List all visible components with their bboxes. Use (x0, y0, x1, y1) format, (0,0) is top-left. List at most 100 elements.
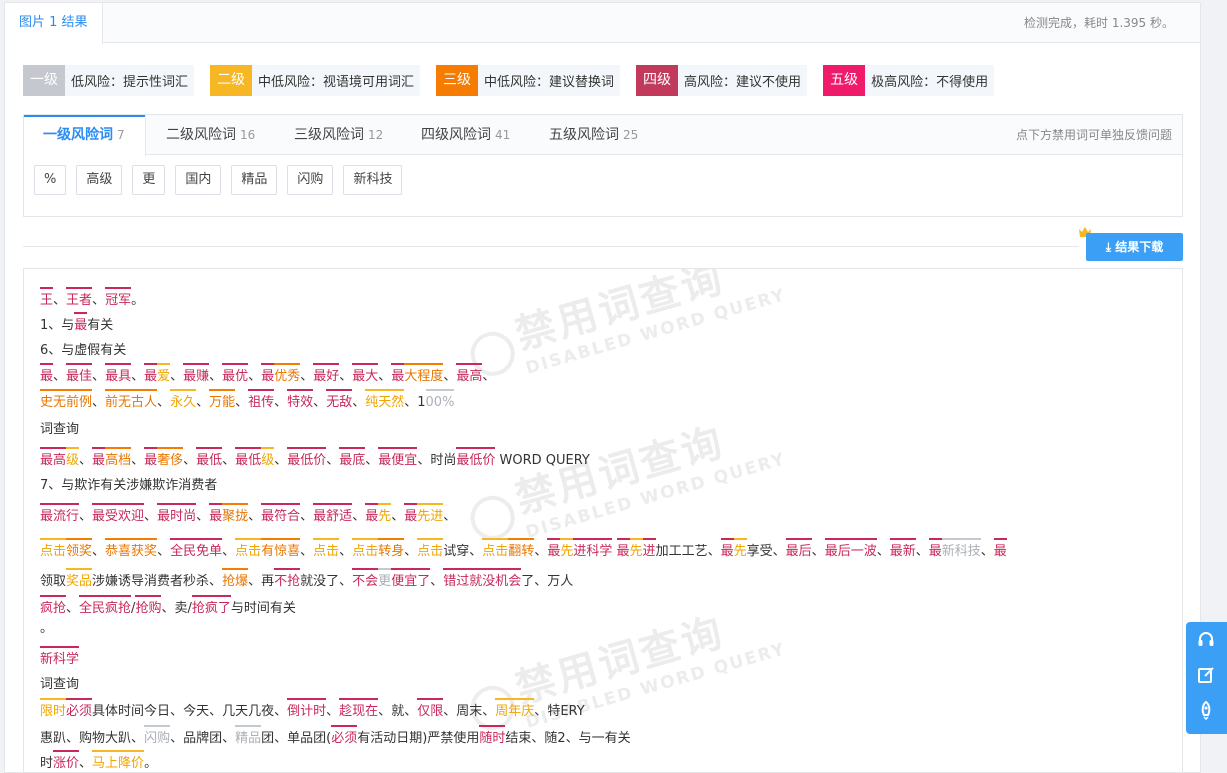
flagged-word-level-2[interactable]: 先 (560, 538, 574, 562)
flagged-word-level-4[interactable]: 最 (261, 363, 275, 387)
flagged-word-level-4[interactable]: 不抢 (274, 568, 301, 592)
flagged-word-level-2[interactable]: 点击 (482, 538, 509, 562)
flagged-word-level-4[interactable]: 最 (365, 503, 379, 527)
risk-word-chip[interactable]: % (34, 165, 67, 195)
flagged-word-level-4[interactable]: 最低价 (456, 447, 496, 471)
flagged-word-level-4[interactable]: 最 (144, 363, 158, 387)
flagged-word-level-4[interactable]: 最 (547, 538, 561, 562)
flagged-word-level-4[interactable]: 祖传 (248, 389, 275, 413)
flagged-word-level-1[interactable]: 00% (425, 389, 454, 413)
tab-level-5[interactable]: 五级风险词 25 (549, 115, 638, 155)
flagged-word-level-2[interactable]: 周年庆 (495, 698, 535, 722)
flagged-word-level-3[interactable]: 领奖 (66, 538, 93, 562)
flagged-word-level-4[interactable]: 最 (235, 447, 249, 471)
flagged-word-level-4[interactable]: 进科学 (573, 538, 613, 562)
risk-word-chip[interactable]: 精品 (231, 165, 278, 195)
flagged-word-level-4[interactable]: 全民疯抢 (79, 595, 132, 619)
flagged-word-level-4[interactable]: 最 (391, 363, 405, 387)
flagged-word-level-4[interactable]: 最后 (785, 538, 812, 562)
flagged-word-level-2[interactable]: 限时 (40, 698, 67, 722)
flagged-word-level-3[interactable]: 前无古人 (105, 389, 158, 413)
flagged-word-level-4[interactable]: 最便宜 (378, 447, 418, 471)
risk-word-chip[interactable]: 高级 (76, 165, 123, 195)
flagged-word-level-2[interactable]: 先 (733, 538, 747, 562)
flagged-word-level-4[interactable]: 抢购 (135, 595, 162, 619)
risk-word-chip[interactable]: 新科技 (343, 165, 403, 195)
flagged-word-level-3[interactable]: 奢侈 (157, 447, 184, 471)
flagged-word-level-4[interactable]: 最高 (456, 363, 483, 387)
flagged-word-level-4[interactable]: 王者 (66, 287, 93, 311)
flagged-word-level-4[interactable]: 最佳 (66, 363, 93, 387)
flagged-word-level-4[interactable]: 最 (40, 363, 54, 387)
flagged-word-level-2[interactable]: 点击 (417, 538, 444, 562)
flagged-word-level-4[interactable]: 最 (616, 538, 630, 562)
flagged-word-level-4[interactable]: 最 (144, 447, 158, 471)
flagged-word-level-4[interactable]: 新科学 (40, 646, 80, 670)
flagged-word-level-4[interactable]: 最后一波 (824, 538, 877, 562)
flagged-word-level-4[interactable]: 王 (40, 287, 54, 311)
flagged-word-level-4[interactable]: 最 (209, 503, 223, 527)
flagged-word-level-4[interactable]: 必须 (331, 725, 358, 749)
flagged-word-level-2[interactable]: 先 (629, 538, 643, 562)
flagged-word-level-4[interactable]: 趁现在 (339, 698, 379, 722)
flagged-word-level-4[interactable]: 最舒适 (313, 503, 353, 527)
flagged-word-level-1[interactable]: 精品 (235, 725, 262, 749)
flagged-word-level-3[interactable]: 恭喜获奖 (105, 538, 158, 562)
flagged-word-level-2[interactable]: 点击 (352, 538, 379, 562)
flagged-word-level-4[interactable]: 涨价 (53, 750, 80, 772)
flagged-word-level-4[interactable]: 最 (92, 447, 106, 471)
risk-word-chip[interactable]: 更 (132, 165, 166, 195)
flagged-word-level-2[interactable]: 点击 (235, 538, 262, 562)
flagged-word-level-2[interactable]: 先进 (417, 503, 444, 527)
tab-level-4[interactable]: 四级风险词 41 (421, 115, 510, 155)
flagged-word-level-4[interactable]: 最低价 (287, 447, 327, 471)
flagged-word-level-4[interactable]: 低 (248, 447, 262, 471)
flagged-word-level-4[interactable]: 最好 (313, 363, 340, 387)
flagged-word-level-4[interactable]: 最 (74, 312, 88, 336)
flagged-word-level-4[interactable]: 最符合 (261, 503, 301, 527)
flagged-word-level-4[interactable]: 最新 (889, 538, 916, 562)
rocket-icon[interactable] (1196, 700, 1216, 720)
flagged-word-level-2[interactable]: 级 (261, 447, 275, 471)
flagged-word-level-4[interactable]: 最大 (352, 363, 379, 387)
flagged-word-level-2[interactable]: 点击 (313, 538, 340, 562)
flagged-word-level-4[interactable]: 最 (928, 538, 942, 562)
flagged-word-level-3[interactable]: 万能 (209, 389, 236, 413)
flagged-word-level-4[interactable]: 最 (993, 538, 1007, 562)
flagged-word-level-4[interactable]: 最具 (105, 363, 132, 387)
flagged-word-level-4[interactable]: 疯抢 (40, 595, 67, 619)
flagged-word-level-2[interactable]: 马上降价 (92, 750, 145, 772)
flagged-word-level-4[interactable]: 最高 (40, 447, 67, 471)
edit-feedback-icon[interactable] (1196, 665, 1216, 685)
flagged-word-level-3[interactable]: 优秀 (274, 363, 301, 387)
flagged-word-level-4[interactable]: 必须 (66, 698, 93, 722)
flagged-word-level-2[interactable]: 奖品 (66, 568, 93, 592)
flagged-word-level-4[interactable]: 错过 (443, 568, 470, 592)
flagged-word-level-3[interactable]: 翻转 (508, 538, 535, 562)
flagged-word-level-4[interactable]: 就没机会 (469, 568, 522, 592)
flagged-word-level-3[interactable]: 聚拢 (222, 503, 249, 527)
tab-level-3[interactable]: 三级风险词 12 (294, 115, 383, 155)
flagged-word-level-1[interactable]: 更 (378, 568, 392, 592)
flagged-word-level-3[interactable]: 转身 (378, 538, 405, 562)
flagged-word-level-4[interactable]: 便宜了 (391, 568, 431, 592)
customer-service-icon[interactable] (1196, 630, 1216, 650)
flagged-word-level-4[interactable]: 最 (404, 503, 418, 527)
flagged-word-level-2[interactable]: 纯天然 (365, 389, 405, 413)
flagged-word-level-4[interactable]: 最 (720, 538, 734, 562)
flagged-word-level-4[interactable]: 仅限 (417, 698, 444, 722)
flagged-word-level-3[interactable]: 抢爆 (222, 568, 249, 592)
flagged-word-level-3[interactable]: 史无前例 (40, 389, 93, 413)
flagged-word-level-2[interactable]: 级 (66, 447, 80, 471)
flagged-word-level-4[interactable]: 最优 (222, 363, 249, 387)
download-results-button[interactable]: ⤓ 结果下载 (1086, 233, 1183, 261)
flagged-word-level-2[interactable]: 先 (378, 503, 392, 527)
flagged-word-level-4[interactable]: 不会 (352, 568, 379, 592)
flagged-word-level-2[interactable]: 点击 (40, 538, 67, 562)
flagged-word-level-2[interactable]: 爱 (157, 363, 171, 387)
flagged-word-level-4[interactable]: 最赚 (183, 363, 210, 387)
flagged-word-level-4[interactable]: 倒计时 (287, 698, 327, 722)
tab-level-2[interactable]: 二级风险词 16 (166, 115, 255, 155)
tab-level-1[interactable]: 一级风险词 7 (24, 115, 146, 156)
flagged-word-level-2[interactable]: 永久 (170, 389, 197, 413)
